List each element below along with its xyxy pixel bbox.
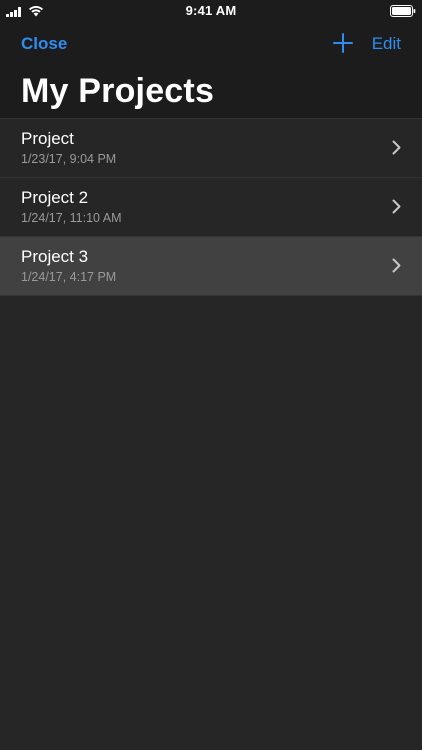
navigation-bar: Close Edit My Projects	[0, 22, 422, 118]
chevron-right-icon	[392, 140, 401, 155]
project-row-selected[interactable]: Project 3 1/24/17, 4:17 PM	[0, 236, 422, 296]
project-date: 1/24/17, 11:10 AM	[21, 211, 122, 225]
project-date: 1/23/17, 9:04 PM	[21, 152, 117, 166]
chevron-right-icon	[392, 258, 401, 273]
status-bar: 9:41 AM	[0, 0, 422, 22]
page-title: My Projects	[21, 72, 215, 110]
close-button[interactable]: Close	[21, 34, 67, 54]
project-name: Project 2	[21, 188, 89, 207]
status-time: 9:41 AM	[185, 3, 237, 18]
edit-button[interactable]: Edit	[372, 34, 401, 54]
project-list: Project 1/23/17, 9:04 PM Project 2 1/24/…	[0, 118, 422, 296]
project-row[interactable]: Project 2 1/24/17, 11:10 AM	[0, 177, 422, 236]
plus-icon[interactable]	[332, 32, 354, 54]
chevron-right-icon	[392, 199, 401, 214]
project-name: Project	[21, 129, 74, 148]
project-row[interactable]: Project 1/23/17, 9:04 PM	[0, 118, 422, 177]
project-date: 1/24/17, 4:17 PM	[21, 270, 117, 284]
project-name: Project 3	[21, 247, 89, 266]
battery-icon	[390, 5, 416, 17]
